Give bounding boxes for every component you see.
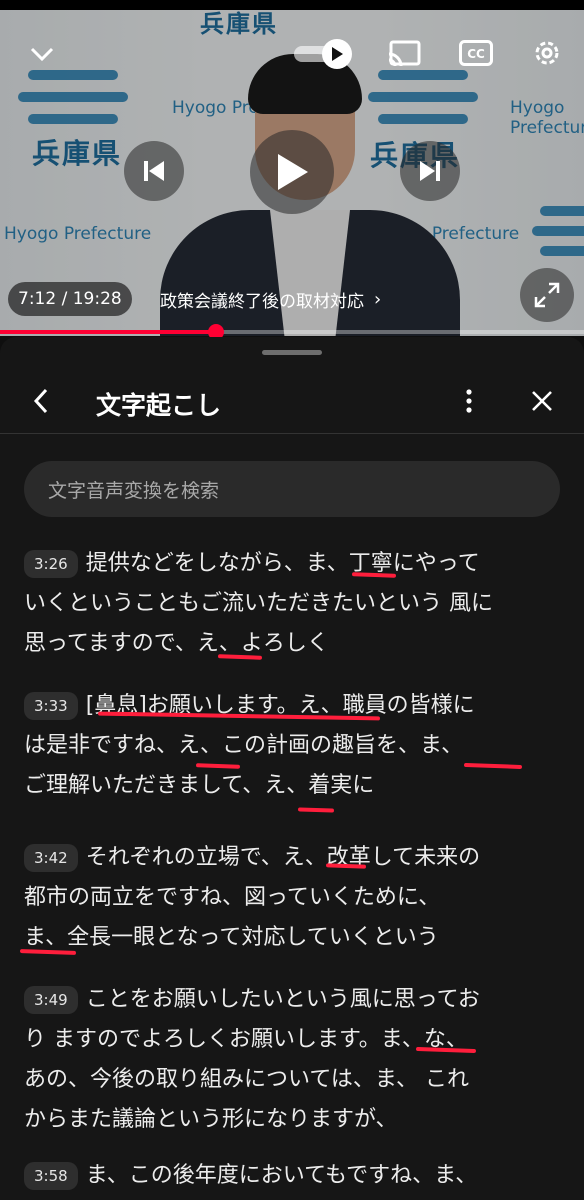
transcript-segment[interactable]: 3:49 ことをお願いしたいという風に思ってお り ますのでよろしくお願いします。… [24, 980, 564, 1140]
fullscreen-icon[interactable] [520, 268, 574, 322]
timestamp-chip[interactable]: 3:33 [24, 692, 78, 720]
chapter-title[interactable]: 政策会議終了後の取材対応 › [160, 282, 381, 316]
previous-icon[interactable] [124, 141, 184, 201]
transcript-segment[interactable]: 3:42 それぞれの立場で、え、改革して未来の 都市の両立をですね、図っていくため… [24, 838, 564, 958]
next-icon[interactable] [400, 141, 460, 201]
segment-line: は是非ですね、え、この計画の趣旨を、ま、 [24, 733, 464, 758]
video-player[interactable]: 兵庫県 Hyogo Prefecture 兵庫県 Hyogo Prefectur… [0, 10, 584, 336]
segment-line: いくということもご流いただきたいという 風に [24, 591, 493, 616]
chapter-title-label: 政策会議終了後の取材対応 [160, 291, 364, 312]
close-icon[interactable] [524, 382, 560, 420]
settings-gear-icon[interactable] [528, 34, 566, 72]
segment-line: あの、今後の取り組みについては、ま、 これ [24, 1067, 470, 1092]
chevron-right-icon: › [374, 288, 382, 310]
autoplay-toggle-icon[interactable] [294, 38, 352, 69]
progress-bar-fill [0, 330, 217, 334]
more-options-icon[interactable] [454, 382, 484, 420]
svg-text:CC: CC [467, 47, 485, 61]
timestamp-chip[interactable]: 3:58 [24, 1162, 78, 1190]
play-icon[interactable] [250, 130, 334, 214]
segment-line: ご理解いただきまして、え、着実に [24, 773, 375, 798]
segment-line: 思ってますので、え、よろしく [24, 631, 329, 656]
segment-line: ま、全長一眼となって対応していくという [24, 925, 439, 950]
timestamp-chip[interactable]: 3:49 [24, 986, 78, 1014]
transcript-segment[interactable]: 3:33 [鼻息]お願いします。え、職員の皆様に は是非ですね、え、この計画の趣旨… [24, 686, 564, 806]
time-display: 7:12 / 19:28 [8, 282, 132, 316]
segment-line: り ますのでよろしくお願いします。ま、な、 [24, 1027, 468, 1052]
segment-line: 都市の両立をですね、図っていくために、 [24, 885, 441, 910]
progress-bar[interactable] [0, 330, 584, 334]
segment-line: ことをお願いしたいという風に思ってお [85, 987, 480, 1012]
transcript-header: 文字起こし [0, 368, 584, 434]
status-bar [0, 0, 584, 10]
timestamp-chip[interactable]: 3:26 [24, 550, 78, 578]
segment-line: 提供などをしながら、ま、丁寧にやって [85, 551, 480, 576]
segment-line: ま、この後年度においてもですね、ま、 [85, 1163, 478, 1188]
cc-icon[interactable]: CC [458, 38, 494, 68]
transcript-title: 文字起こし [96, 391, 222, 420]
chevron-down-icon[interactable] [24, 36, 60, 72]
back-arrow-icon[interactable] [22, 382, 60, 420]
transcript-search-input[interactable]: 文字音声変換を検索 [24, 461, 560, 517]
cast-icon[interactable] [384, 36, 424, 72]
transcript-segment[interactable]: 3:58 ま、この後年度においてもですね、ま、 [24, 1156, 564, 1196]
drag-handle[interactable] [262, 350, 322, 355]
transcript-segment[interactable]: 3:26 提供などをしながら、ま、丁寧にやって いくということもご流いただきたいと… [24, 544, 564, 664]
segment-line: からまた議論という形になりますが、 [24, 1107, 398, 1132]
segment-line: それぞれの立場で、え、改革して未来の [85, 845, 481, 870]
timestamp-chip[interactable]: 3:42 [24, 844, 78, 872]
